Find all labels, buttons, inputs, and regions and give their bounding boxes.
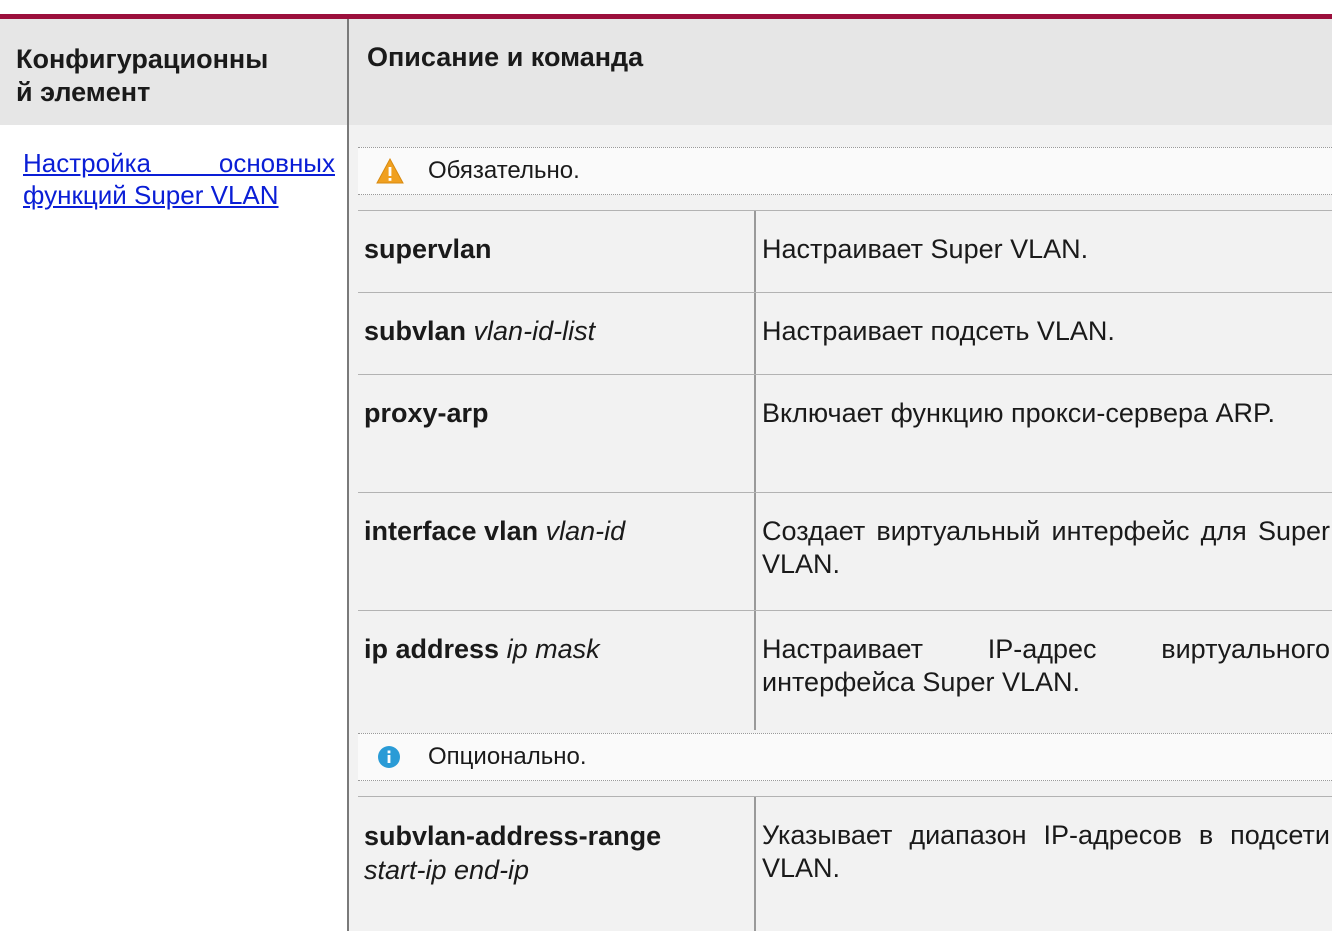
- command-cell: supervlan: [364, 234, 492, 264]
- header-col1-label: Конфигурационны й элемент: [16, 44, 269, 107]
- required-note-text: Обязательно.: [428, 157, 580, 184]
- command-cell: proxy-arp: [364, 398, 489, 428]
- description-text: Включает функцию прокси-сервера ARP.: [762, 398, 1276, 428]
- header-description: Описание и команда: [349, 19, 1332, 125]
- command-cell: ip address ip mask: [364, 634, 600, 664]
- info-icon: [378, 746, 400, 768]
- optional-note-text: Опционально.: [428, 743, 587, 770]
- header-config-element: Конфигурационны й элемент: [0, 19, 347, 125]
- description-text: Создает виртуальный интерфейс для Super …: [762, 516, 1330, 579]
- optional-note: Опционально.: [358, 733, 1332, 781]
- table-row: subvlan-address-range start-ip end-ip Ука…: [358, 796, 1332, 932]
- optional-command-table: subvlan-address-range start-ip end-ip Ука…: [358, 796, 1332, 931]
- command-cell: subvlan-address-range start-ip end-ip: [364, 821, 662, 885]
- description-text: Настраивает подсеть VLAN.: [762, 316, 1115, 346]
- header-col2-label: Описание и команда: [367, 42, 644, 72]
- table-row: subvlan vlan-id-list Настраивает подсеть…: [358, 292, 1332, 375]
- description-text: Настраивает Super VLAN.: [762, 234, 1089, 264]
- table-row: supervlan Настраивает Super VLAN.: [358, 210, 1332, 293]
- description-text: Настраивает IP-адрес виртуального интерф…: [762, 634, 1330, 697]
- config-link-super-vlan[interactable]: Настройка основных функций Super VLAN: [23, 147, 335, 211]
- required-command-table: supervlan Настраивает Super VLAN. subvla…: [358, 210, 1332, 730]
- table-row: proxy-arp Включает функцию прокси-сервер…: [358, 374, 1332, 493]
- description-cell: Обязательно. supervlan Настраивает Super…: [349, 125, 1332, 931]
- table-row: interface vlan vlan-id Создает виртуальн…: [358, 492, 1332, 611]
- required-note: Обязательно.: [358, 147, 1332, 195]
- warning-icon: [376, 158, 404, 184]
- command-cell: interface vlan vlan-id: [364, 516, 626, 546]
- command-cell: subvlan vlan-id-list: [364, 316, 596, 346]
- config-element-cell: Настройка основных функций Super VLAN: [0, 125, 347, 931]
- table-row: ip address ip mask Настраивает IP-адрес …: [358, 610, 1332, 731]
- description-text: Указывает диапазон IP-адресов в подсети …: [762, 820, 1330, 883]
